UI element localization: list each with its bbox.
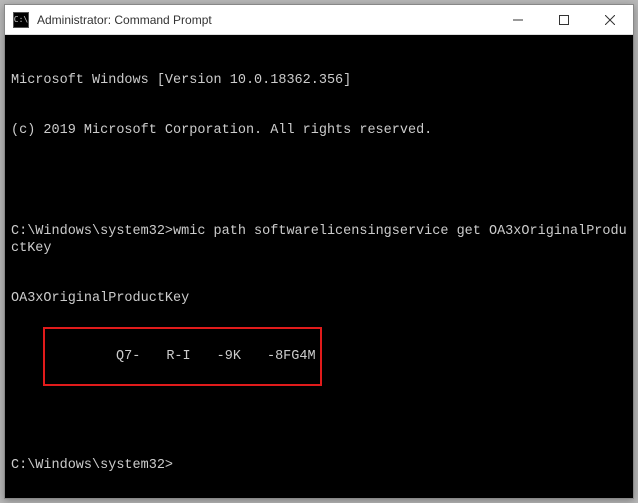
- output-column-header: OA3xOriginalProductKey: [11, 291, 627, 308]
- key-seg4: 8FG4M: [275, 349, 316, 364]
- blank-line: [11, 174, 627, 190]
- copyright-line: (c) 2019 Microsoft Corporation. All righ…: [11, 123, 627, 140]
- command-line-1: C:\Windows\system32>wmic path softwareli…: [11, 224, 627, 258]
- close-icon: [605, 15, 615, 25]
- prompt-path: C:\Windows\system32>: [11, 224, 173, 239]
- terminal-area[interactable]: Microsoft Windows [Version 10.0.18362.35…: [5, 35, 633, 498]
- redacted-segment: [241, 347, 267, 361]
- version-line: Microsoft Windows [Version 10.0.18362.35…: [11, 73, 627, 90]
- product-key-value: Q7-R-I-9K-8FG4M: [98, 349, 316, 364]
- window-controls: [495, 5, 633, 34]
- minimize-button[interactable]: [495, 5, 541, 34]
- redacted-segment: [140, 347, 166, 361]
- minimize-icon: [513, 15, 523, 25]
- product-key-highlight: Q7-R-I-9K-8FG4M: [43, 327, 321, 386]
- key-seg1: Q7: [116, 349, 132, 364]
- redacted-segment: [191, 347, 217, 361]
- window-title: Administrator: Command Prompt: [37, 13, 495, 27]
- close-button[interactable]: [587, 5, 633, 34]
- cmd-icon: C:\: [13, 12, 29, 28]
- maximize-icon: [559, 15, 569, 25]
- blank-line: [11, 409, 627, 425]
- command-line-2: C:\Windows\system32>: [11, 458, 627, 475]
- key-seg3: 9K: [225, 349, 241, 364]
- maximize-button[interactable]: [541, 5, 587, 34]
- titlebar[interactable]: C:\ Administrator: Command Prompt: [5, 5, 633, 35]
- key-seg2: R-I: [166, 349, 190, 364]
- prompt-path: C:\Windows\system32>: [11, 458, 173, 473]
- cmd-icon-glyph: C:\: [14, 15, 28, 24]
- redacted-segment: [98, 347, 116, 361]
- command-prompt-window: C:\ Administrator: Command Prompt Micros…: [4, 4, 634, 499]
